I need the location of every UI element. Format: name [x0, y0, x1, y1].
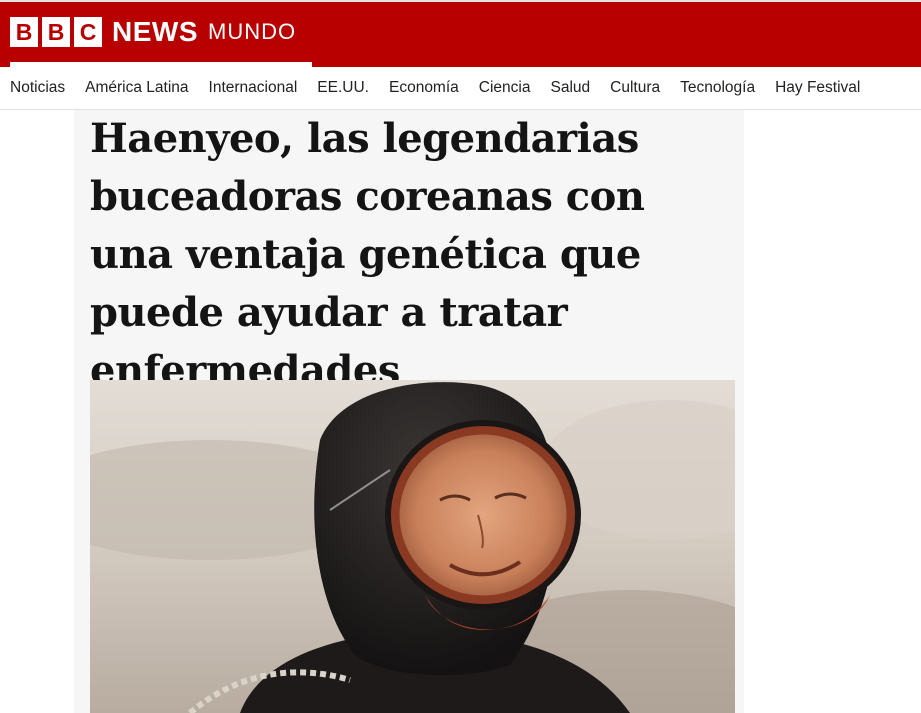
nav-item-hay-festival[interactable]: Hay Festival: [775, 79, 860, 97]
nav-item-economia[interactable]: Economía: [389, 79, 459, 97]
bbc-logo-letter-b2: B: [42, 17, 70, 47]
logo-news-text: NEWS: [112, 16, 198, 47]
nav-item-internacional[interactable]: Internacional: [209, 79, 298, 97]
main-navigation: Noticias América Latina Internacional EE…: [0, 67, 921, 110]
nav-item-eeuu[interactable]: EE.UU.: [317, 79, 369, 97]
top-border: [0, 0, 921, 2]
logo-edition-text: MUNDO: [208, 19, 297, 44]
page: B B C NEWS MUNDO Noticias América Latina…: [0, 0, 921, 713]
nav-item-cultura[interactable]: Cultura: [610, 79, 660, 97]
nav-item-america-latina[interactable]: América Latina: [85, 79, 188, 97]
bbc-logo-letter-c: C: [74, 17, 102, 47]
masthead: B B C NEWS MUNDO: [0, 0, 921, 67]
article-headline: Haenyeo, las legendarias buceadoras core…: [90, 115, 645, 394]
nav-item-noticias[interactable]: Noticias: [10, 79, 65, 97]
nav-item-ciencia[interactable]: Ciencia: [479, 79, 531, 97]
nav-item-salud[interactable]: Salud: [550, 79, 590, 97]
bbc-logo-letter-b1: B: [10, 17, 38, 47]
diver-photo-illustration: [90, 380, 735, 713]
hero-image: [90, 380, 735, 713]
nav-list: Noticias América Latina Internacional EE…: [0, 67, 921, 109]
nav-item-tecnologia[interactable]: Tecnología: [680, 79, 755, 97]
bbc-news-mundo-logo[interactable]: B B C NEWS MUNDO: [10, 17, 296, 47]
